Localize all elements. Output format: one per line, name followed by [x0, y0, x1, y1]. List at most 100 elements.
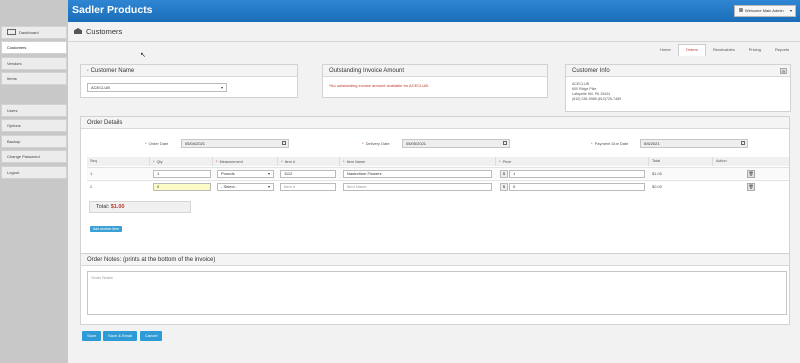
- table-row: 2 0 - Select - ▾ Item # Item Name $ 0 $0.…: [87, 180, 789, 192]
- save-button[interactable]: Save: [82, 331, 102, 341]
- total-cell: $1.00: [652, 171, 663, 176]
- label-text: Delivery Date: [365, 141, 390, 146]
- tab-receivables[interactable]: Receivables: [706, 44, 742, 56]
- mouse-cursor-icon: ↖: [140, 52, 146, 59]
- sidebar-item-label: Dashboard: [19, 30, 39, 35]
- customer-select[interactable]: ACECLUB ▾: [87, 83, 227, 92]
- user-menu[interactable]: Welcome Main Admin ▾: [734, 5, 796, 17]
- panel-header: Outstanding Invoice Amount: [323, 65, 547, 77]
- sidebar-item-options[interactable]: Options: [1, 119, 67, 132]
- column-header-measurement: * Measurement: [213, 157, 278, 166]
- currency-addon: $: [500, 183, 508, 191]
- select-value: Pounds: [221, 171, 235, 176]
- measurement-select[interactable]: Pounds ▾: [217, 170, 274, 178]
- column-header-action: Action: [713, 157, 789, 166]
- item-name-input[interactable]: Nasturtium Flowers: [343, 170, 492, 178]
- qty-input[interactable]: 0: [153, 183, 211, 191]
- input-value: 5/5/2021: [644, 141, 660, 146]
- label-text: Order Date: [148, 141, 169, 146]
- header-text: Price: [502, 160, 512, 164]
- sidebar-item-label: Users: [7, 108, 18, 113]
- tab-orders[interactable]: Orders: [677, 44, 706, 56]
- total-cell: $0.00: [652, 184, 663, 189]
- required-marker: *: [87, 68, 89, 73]
- seq-cell: 1: [90, 171, 93, 176]
- panel-header: Order Notes: (prints at the bottom of th…: [81, 254, 789, 266]
- currency-addon: $: [500, 170, 508, 178]
- header-text: Item #: [284, 160, 296, 164]
- order-notes-textarea[interactable]: Order Notes: [87, 271, 787, 315]
- sidebar-item-label: Logout: [7, 170, 20, 175]
- delivery-date-label: * Delivery Date: [362, 141, 390, 146]
- tab-bar: Home Orders Receivables Pricing Reports: [653, 44, 796, 56]
- delivery-date-input[interactable]: 05/05/2021: [402, 139, 510, 148]
- save-email-button[interactable]: Save & Email: [103, 331, 138, 341]
- required-marker: *: [591, 141, 593, 146]
- item-no-input[interactable]: Item #: [280, 183, 336, 191]
- customer-info-panel: Customer Info ⊖ ACECLUB 600 Ridge Pike L…: [565, 64, 791, 112]
- qty-input[interactable]: 1: [153, 170, 211, 178]
- column-header-total: Total: [649, 157, 713, 166]
- cancel-button[interactable]: Cancel: [140, 331, 163, 341]
- trash-icon[interactable]: 🗑: [747, 170, 755, 178]
- measurement-select[interactable]: - Select - ▾: [217, 183, 274, 191]
- sidebar-item-backup[interactable]: Backup: [1, 135, 67, 148]
- sidebar-item-users[interactable]: Users: [1, 104, 67, 117]
- monitor-icon: [7, 28, 16, 35]
- panel-header: Customer Info: [566, 65, 790, 77]
- column-header-seq: Seq: [87, 157, 150, 166]
- header-text: Qty: [156, 160, 163, 164]
- total-label: Total:: [96, 204, 110, 210]
- item-no-input[interactable]: 1112: [280, 170, 336, 178]
- sidebar-item-customers[interactable]: Customers: [1, 41, 67, 54]
- calendar-icon: [503, 141, 507, 145]
- page-title: Customers: [74, 27, 122, 36]
- collapse-button[interactable]: ⊖: [780, 68, 787, 74]
- customer-name-panel: * Customer Name ACECLUB ▾: [80, 64, 298, 98]
- payment-due-input[interactable]: 5/5/2021: [640, 139, 748, 148]
- trash-icon[interactable]: 🗑: [747, 183, 755, 191]
- panel-title: Customer Name: [90, 68, 135, 74]
- building-icon: [74, 28, 82, 34]
- sidebar-item-vendors[interactable]: Vendors: [1, 57, 67, 70]
- outstanding-message: *No outstanding invoice amount available…: [329, 83, 430, 88]
- required-marker: *: [281, 159, 283, 164]
- sidebar-item-label: Customers: [7, 45, 27, 50]
- total-value: $1.00: [110, 204, 125, 210]
- divider: [68, 41, 800, 42]
- label-text: Payment Due Date: [594, 141, 629, 146]
- outstanding-invoice-panel: Outstanding Invoice Amount *No outstandi…: [322, 64, 548, 98]
- sidebar-item-logout[interactable]: Logout: [1, 166, 67, 179]
- input-value: 05/04/2021: [185, 141, 206, 146]
- sidebar: Dashboard Customers Vendors Items Users …: [0, 0, 68, 363]
- price-input[interactable]: 1: [509, 170, 645, 178]
- tab-reports[interactable]: Reports: [768, 44, 796, 56]
- header-text: Measurement: [219, 160, 243, 164]
- required-marker: *: [499, 159, 501, 164]
- sidebar-item-items[interactable]: Items: [1, 72, 67, 85]
- column-header-price: * Price: [496, 157, 649, 166]
- required-marker: *: [216, 159, 218, 164]
- main-content: Customers ↖ Home Orders Receivables Pricing…: [68, 22, 800, 363]
- column-header-item-no: * Item #: [278, 157, 340, 166]
- sidebar-item-change-password[interactable]: Change Password: [1, 150, 67, 163]
- required-marker: *: [153, 159, 155, 164]
- sidebar-item-dashboard[interactable]: Dashboard: [1, 26, 67, 39]
- item-name-input[interactable]: Item Name: [343, 183, 492, 191]
- tab-home[interactable]: Home: [653, 44, 678, 56]
- price-input[interactable]: 0: [509, 183, 645, 191]
- order-date-input[interactable]: 05/04/2021: [181, 139, 289, 148]
- page-title-text: Customers: [86, 27, 123, 36]
- tab-pricing[interactable]: Pricing: [742, 44, 768, 56]
- order-date-label: * Order Date: [145, 141, 168, 146]
- customer-select-value: ACECLUB: [91, 85, 110, 90]
- add-item-button[interactable]: Add another item: [90, 226, 122, 232]
- panel-header: Order Details: [81, 117, 789, 129]
- column-header-item-name: * Item Name: [340, 157, 496, 166]
- customer-info-lines: ACECLUB 600 Ridge Pike Lafayette Hill, P…: [572, 82, 621, 102]
- sidebar-item-label: Backup: [7, 139, 21, 144]
- order-total: Total: $1.00: [89, 201, 191, 213]
- calendar-icon: [282, 141, 286, 145]
- column-header-qty: * Qty: [150, 157, 213, 166]
- header-text: Item Name: [346, 160, 366, 164]
